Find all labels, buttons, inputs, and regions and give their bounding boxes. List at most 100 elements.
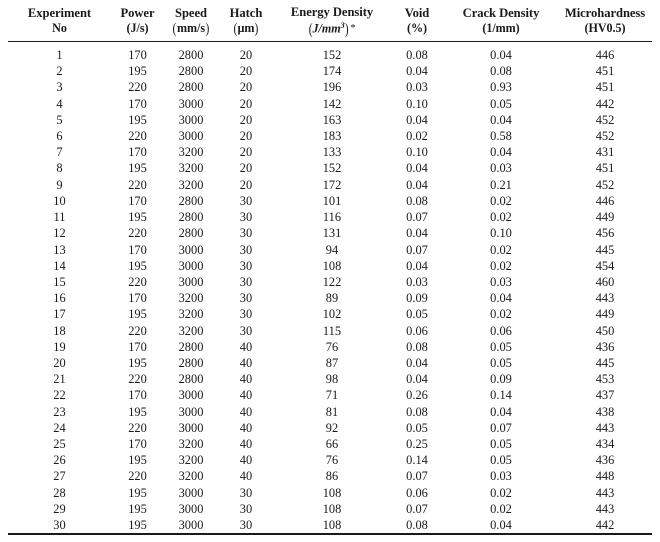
cell-crack_density: 0.09 [490, 372, 512, 387]
cell-microhardness: 436 [595, 453, 615, 468]
cell-experiment_no: 2 [56, 64, 63, 79]
column-header-speed: Speed (mm/s) [164, 0, 218, 42]
cell-power: 170 [128, 48, 147, 63]
cell-power: 220 [128, 469, 147, 484]
cell-experiment_no: 15 [53, 274, 66, 289]
cell-experiment_no: 3 [56, 80, 63, 95]
experiment-results-table: Experiment No Power (J/s) Speed (mm/s) H… [8, 0, 652, 536]
cell-hatch: 30 [239, 307, 253, 322]
cell-microhardness: 452 [595, 112, 615, 127]
cell-energy_density: 163 [322, 112, 342, 127]
cell-crack_density: 0.02 [490, 485, 512, 500]
table-row: 4 170 3000 20 142 0.10 0.05 442 [8, 96, 652, 112]
cell-experiment_no: 21 [53, 372, 66, 387]
cell-speed: 3000 [178, 388, 204, 403]
column-header-line1: Microhardness [564, 5, 646, 20]
cell-speed: 3200 [178, 161, 204, 176]
cell-energy_density: 142 [322, 96, 342, 111]
table-row: 18 220 3200 30 115 0.06 0.06 450 [8, 323, 652, 339]
cell-void: 0.06 [406, 323, 428, 338]
column-header-line1: Speed [175, 5, 207, 20]
table-row: 27 220 3200 40 86 0.07 0.03 448 [8, 468, 652, 484]
cell-void: 0.03 [406, 274, 428, 289]
cell-power: 195 [128, 355, 147, 370]
cell-void: 0.26 [406, 388, 428, 403]
cell-power: 195 [128, 404, 147, 419]
cell-speed: 3200 [178, 177, 204, 192]
cell-void: 0.08 [406, 339, 428, 354]
table-bottom-rule [8, 533, 652, 535]
cell-speed: 3000 [178, 274, 204, 289]
column-header-hatch: Hatch (µm) [218, 0, 274, 42]
cell-hatch: 20 [239, 64, 253, 79]
cell-power: 195 [128, 485, 147, 500]
cell-hatch: 30 [239, 193, 253, 208]
table-row: 17 195 3200 30 102 0.05 0.02 449 [8, 306, 652, 322]
cell-hatch: 30 [239, 258, 253, 273]
cell-hatch: 40 [239, 404, 253, 419]
cell-microhardness: 436 [595, 339, 615, 354]
cell-power: 195 [128, 210, 147, 225]
cell-microhardness: 438 [595, 404, 615, 419]
cell-crack_density: 0.58 [490, 129, 512, 144]
table-row: 16 170 3200 30 89 0.09 0.04 443 [8, 290, 652, 306]
column-header-line2: (J/mm3) * [308, 20, 356, 38]
cell-crack_density: 0.04 [490, 48, 512, 63]
cell-power: 220 [128, 226, 147, 241]
cell-power: 220 [128, 80, 147, 95]
cell-hatch: 30 [239, 242, 253, 257]
cell-hatch: 30 [239, 323, 253, 338]
cell-power: 195 [128, 64, 147, 79]
cell-power: 170 [128, 242, 147, 257]
cell-energy_density: 71 [325, 388, 339, 403]
cell-experiment_no: 1 [56, 48, 63, 63]
cell-energy_density: 92 [325, 420, 339, 435]
cell-experiment_no: 23 [53, 404, 66, 419]
cell-speed: 3200 [178, 307, 204, 322]
cell-hatch: 40 [239, 388, 253, 403]
cell-crack_density: 0.21 [490, 177, 512, 192]
cell-void: 0.07 [406, 210, 428, 225]
cell-energy_density: 76 [325, 339, 339, 354]
cell-microhardness: 445 [595, 242, 615, 257]
cell-power: 170 [128, 291, 147, 306]
cell-crack_density: 0.14 [490, 388, 512, 403]
cell-void: 0.04 [406, 258, 428, 273]
cell-microhardness: 443 [595, 501, 615, 516]
cell-void: 0.05 [406, 307, 428, 322]
cell-microhardness: 446 [595, 48, 615, 63]
cell-speed: 2800 [178, 355, 204, 370]
cell-void: 0.03 [406, 80, 428, 95]
table-row: 2 195 2800 20 174 0.04 0.08 451 [8, 63, 652, 79]
cell-microhardness: 449 [595, 210, 615, 225]
cell-crack_density: 0.02 [490, 193, 512, 208]
cell-crack_density: 0.02 [490, 501, 512, 516]
cell-void: 0.06 [406, 485, 428, 500]
cell-speed: 2800 [178, 64, 204, 79]
cell-speed: 3000 [178, 485, 204, 500]
cell-microhardness: 460 [595, 274, 615, 289]
cell-speed: 3000 [178, 258, 204, 273]
column-header-line2: (mm/s) [172, 21, 210, 38]
cell-energy_density: 108 [322, 501, 342, 516]
cell-energy_density: 81 [325, 404, 339, 419]
cell-speed: 3000 [178, 404, 204, 419]
cell-energy_density: 172 [322, 177, 342, 192]
table-row: 28 195 3000 30 108 0.06 0.02 443 [8, 485, 652, 501]
cell-hatch: 40 [239, 453, 253, 468]
cell-microhardness: 448 [595, 469, 615, 484]
table-row: 12 220 2800 30 131 0.04 0.10 456 [8, 225, 652, 241]
column-header-line1: Energy Density [290, 5, 374, 19]
column-header-line2: No [52, 21, 67, 36]
cell-crack_density: 0.08 [490, 64, 512, 79]
cell-power: 170 [128, 193, 147, 208]
cell-crack_density: 0.04 [490, 404, 512, 419]
table-row: 22 170 3000 40 71 0.26 0.14 437 [8, 387, 652, 403]
cell-hatch: 20 [239, 161, 253, 176]
cell-speed: 3000 [178, 112, 204, 127]
cell-experiment_no: 7 [56, 145, 63, 160]
cell-crack_density: 0.03 [490, 274, 512, 289]
cell-void: 0.04 [406, 355, 428, 370]
cell-energy_density: 116 [322, 210, 342, 225]
cell-microhardness: 451 [595, 80, 615, 95]
